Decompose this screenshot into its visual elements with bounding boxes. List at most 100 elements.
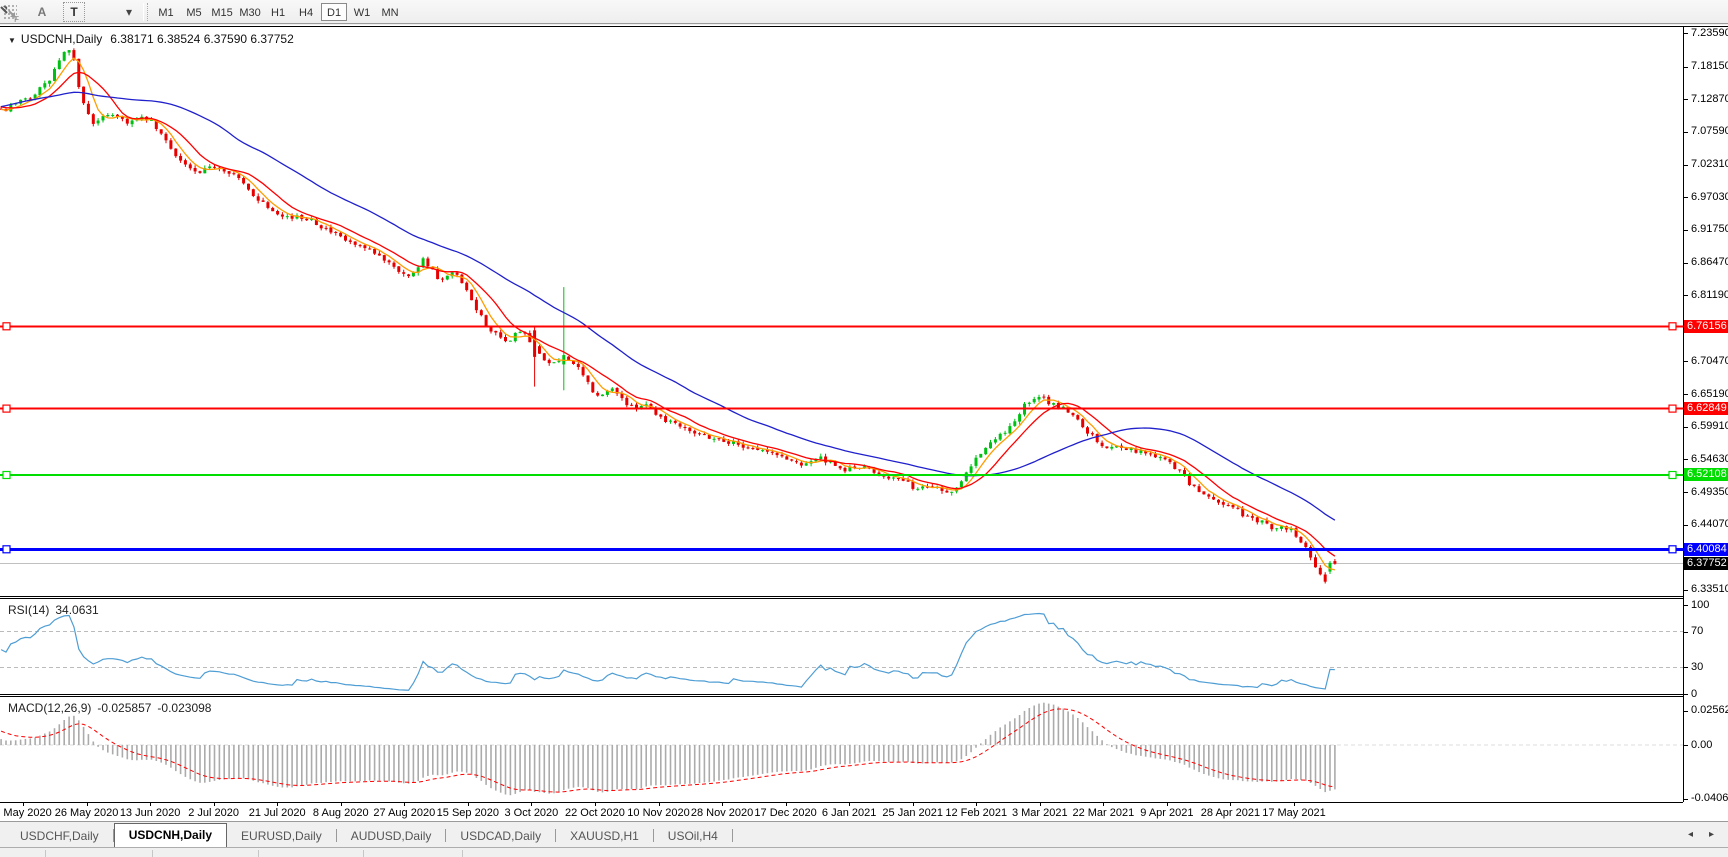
scale-tick-mark: [1684, 33, 1688, 34]
main-price-chart[interactable]: [0, 27, 1683, 596]
scale-tick-mark: [1684, 197, 1688, 199]
date-tick-mark: [722, 803, 724, 806]
tab-audusd-daily[interactable]: AUDUSD,Daily: [337, 825, 446, 847]
hline-handle[interactable]: [2, 404, 11, 413]
date-label: 13 Jun 2020: [119, 807, 181, 819]
date-tick-mark: [531, 803, 533, 806]
timeframe-button-m5[interactable]: M5: [181, 3, 207, 21]
symbol-menu-caret[interactable]: ▼: [8, 36, 16, 45]
date-label: 3 Oct 2020: [504, 807, 559, 819]
date-label: 21 Jul 2020: [248, 807, 306, 819]
timeframe-button-h1[interactable]: H1: [265, 3, 291, 21]
hline-handle[interactable]: [1668, 404, 1677, 413]
chart-tabbar: USDCHF,Daily USDCNH,Daily EURUSD,Daily AUDU…: [0, 821, 1728, 847]
date-label: 22 Oct 2020: [564, 807, 625, 819]
hline-handle[interactable]: [2, 545, 11, 554]
scale-tick-mark: [1684, 492, 1688, 494]
hline-handle[interactable]: [1668, 322, 1677, 331]
date-tick-mark: [150, 803, 152, 806]
timeframe-button-d1[interactable]: D1: [321, 2, 348, 21]
timeframe-button-w1[interactable]: W1: [349, 3, 375, 21]
date-label: 27 Aug 2020: [373, 807, 436, 819]
tab-scroll-right-button[interactable]: ▸: [1709, 829, 1714, 840]
macd-main-value: -0.025857: [97, 701, 152, 715]
scale-tick-mark: [1684, 394, 1688, 396]
rsi-tick-label: 30: [1691, 660, 1704, 673]
font-tool-button[interactable]: A: [31, 2, 53, 22]
scale-tick-mark: [1684, 524, 1688, 526]
macd-name: MACD(12,26,9): [8, 701, 92, 715]
tab-usoil-h4[interactable]: USOil,H4: [654, 825, 732, 847]
hline-handle[interactable]: [2, 322, 11, 331]
hline-handle[interactable]: [2, 470, 11, 480]
scale-tick-mark: [1684, 131, 1688, 133]
date-label: 28 Nov 2020: [690, 807, 754, 819]
timeframe-button-h4[interactable]: H4: [293, 3, 319, 21]
tab-usdchf-daily[interactable]: USDCHF,Daily: [6, 825, 113, 847]
date-label: 12 Feb 2021: [945, 807, 1008, 819]
macd-panel[interactable]: [0, 697, 1683, 802]
date-tick-mark: [1039, 803, 1041, 806]
price-tick-label: 6.91750: [1691, 223, 1728, 236]
ma-mid-line: [0, 71, 1336, 557]
ma-fast-line: [0, 57, 1336, 571]
date-tick-mark: [785, 803, 787, 806]
scale-tick-mark: [1684, 589, 1688, 591]
scale-tick-mark: [1684, 798, 1688, 800]
scale-tick-mark: [1684, 361, 1688, 363]
date-tick-mark: [1230, 803, 1232, 806]
macd-signal-value: -0.023098: [157, 701, 212, 715]
macd-signal-line: [0, 708, 1335, 793]
tool-dropdown-caret[interactable]: ▾: [121, 2, 137, 22]
macd-tick-label: 0.025623: [1691, 704, 1728, 717]
macd-indicator-label: MACD(12,26,9) -0.025857 -0.023098: [8, 701, 217, 715]
rsi-indicator-label: RSI(14) 34.0631: [8, 603, 105, 617]
cursor-tool-button[interactable]: [0, 2, 117, 22]
date-label: 17 May 2021: [1262, 807, 1326, 819]
price-tick-label: 7.23590: [1691, 26, 1728, 39]
date-tick-mark: [213, 803, 215, 806]
price-tick-label: 6.49350: [1691, 485, 1728, 498]
rsi-line: [0, 612, 1335, 691]
date-tick-mark: [404, 803, 406, 806]
tab-xauusd-h1[interactable]: XAUUSD,H1: [556, 825, 653, 847]
tab-eurusd-daily[interactable]: EURUSD,Daily: [227, 825, 336, 847]
date-label: 2 Jul 2020: [188, 807, 240, 819]
rsi-tick-label: 70: [1691, 625, 1704, 638]
price-tick-label: 6.65190: [1691, 387, 1728, 400]
scale-tick-mark: [1684, 667, 1688, 669]
panel-separator[interactable]: [0, 694, 1683, 695]
panel-separator[interactable]: [0, 596, 1683, 597]
status-bar: [0, 847, 1728, 857]
date-axis[interactable]: 7 May 2020 26 May 2020 13 Jun 2020 2 Jul 20…: [0, 803, 1683, 820]
rsi-tick-label: 100: [1691, 598, 1710, 611]
ma-slow-line: [0, 91, 1336, 521]
date-tick-mark: [23, 803, 24, 806]
hline-price-label: 6.62849: [1684, 402, 1728, 416]
tab-usdcad-daily[interactable]: USDCAD,Daily: [446, 825, 555, 847]
date-label: 3 Mar 2021: [1011, 807, 1068, 819]
text-label-tool-button[interactable]: T: [63, 1, 85, 22]
tab-scroll-left-button[interactable]: ◂: [1688, 829, 1693, 840]
scale-tick-mark: [1684, 262, 1688, 264]
timeframe-button-m15[interactable]: M15: [209, 3, 235, 21]
scale-tick-mark: [1684, 710, 1688, 712]
scale-tick-mark: [1684, 459, 1688, 461]
timeframe-button-m1[interactable]: M1: [153, 3, 179, 21]
macd-tick-label: 0.00: [1691, 738, 1713, 751]
macd-tick-label: -0.040687: [1691, 792, 1728, 805]
timeframe-button-mn[interactable]: MN: [377, 3, 403, 21]
date-label: 17 Dec 2020: [754, 807, 817, 819]
hline-handle[interactable]: [1668, 545, 1677, 554]
hline-handle[interactable]: [1668, 470, 1677, 480]
tab-separator: [731, 829, 733, 842]
rsi-panel[interactable]: [0, 599, 1683, 694]
date-tick-mark: [1294, 803, 1295, 806]
tab-usdcnh-daily[interactable]: USDCNH,Daily: [113, 823, 228, 847]
hline-price-label: 6.76156: [1684, 319, 1728, 333]
price-tick-label: 6.86470: [1691, 256, 1728, 268]
timeframe-button-m30[interactable]: M30: [237, 3, 263, 21]
date-tick-mark: [277, 803, 279, 806]
date-tick-mark: [594, 803, 596, 806]
price-tick-label: 6.81190: [1691, 288, 1728, 301]
